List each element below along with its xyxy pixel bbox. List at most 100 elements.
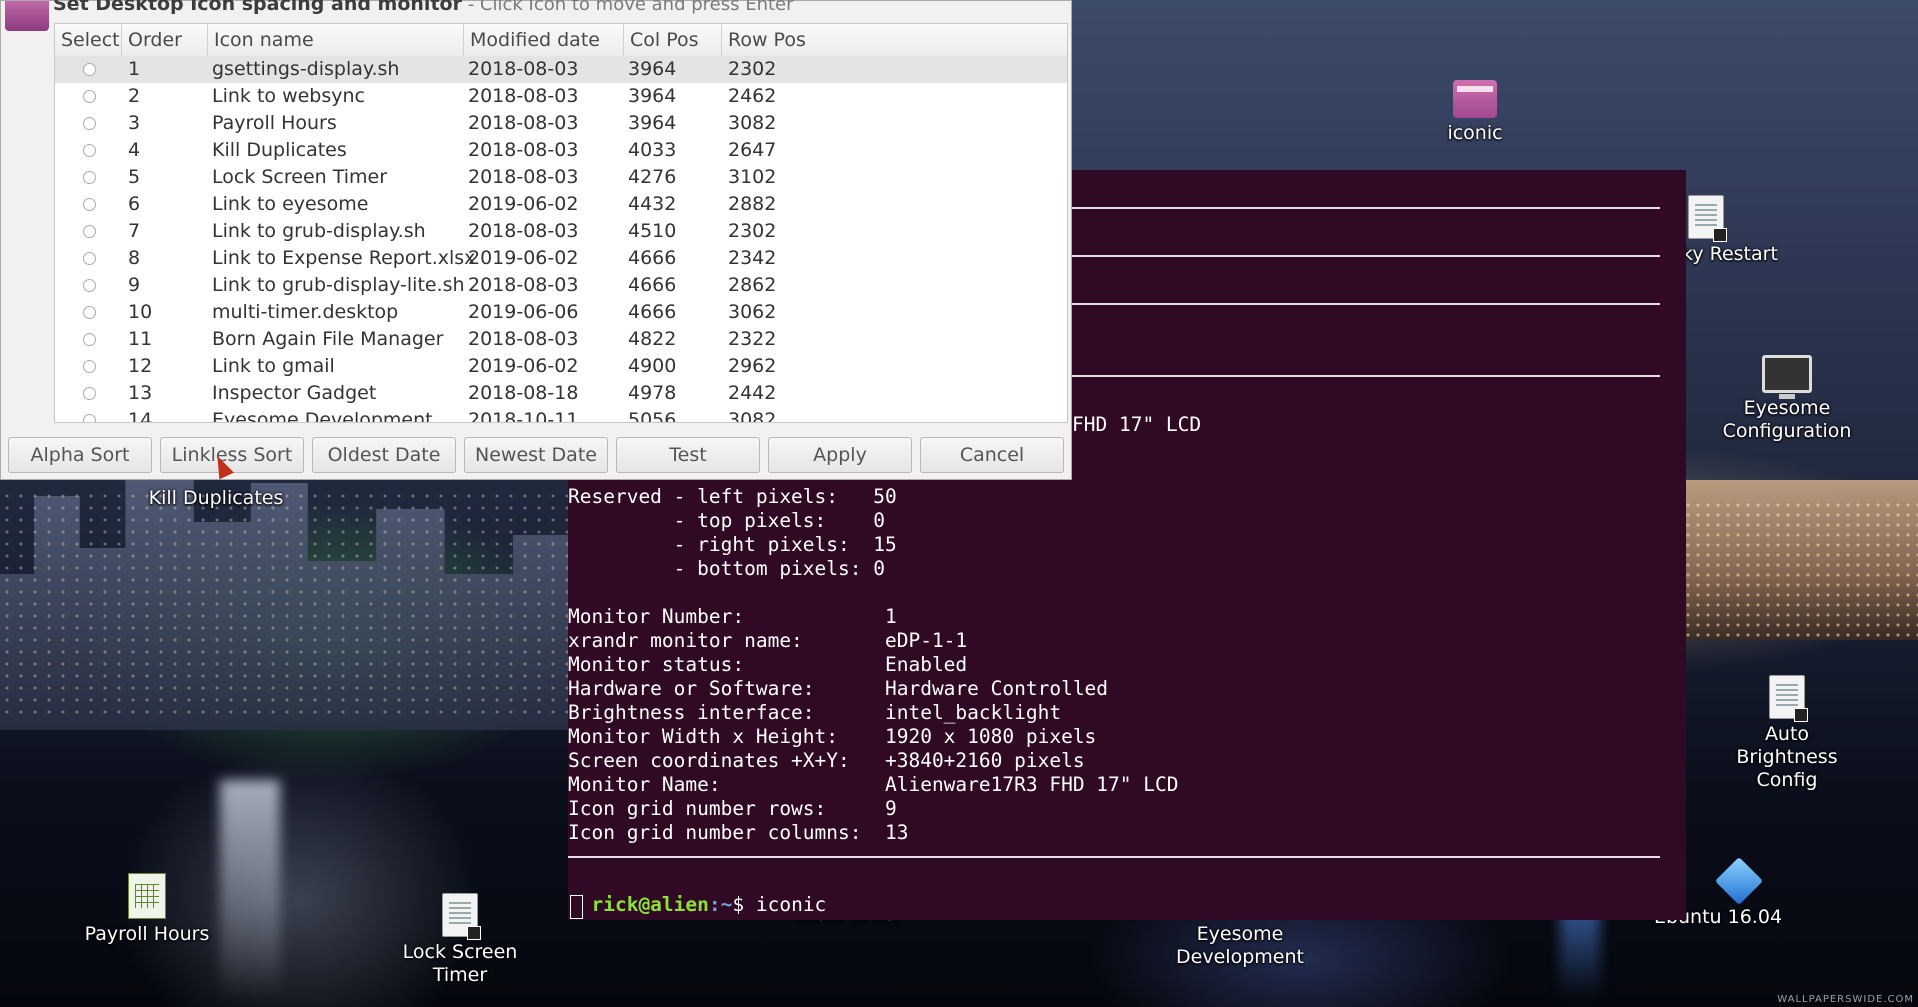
desktop-icon-eyesome-development[interactable]: Eyesome Development [1170,923,1310,969]
table-row[interactable]: 6 Link to eyesome 2019-06-02 4432 2882 [55,191,1067,218]
table-row[interactable]: 3 Payroll Hours 2018-08-03 3964 3082 [55,110,1067,137]
terminal-text: FHD 17" LCD [1072,413,1202,436]
select-radio[interactable] [83,252,96,265]
select-radio[interactable] [83,144,96,157]
cell-date: 2018-08-18 [468,382,579,404]
desktop-icon-eyesome-configuration[interactable]: Eyesome Configuration [1717,355,1857,443]
table-row[interactable]: 14 Eyesome Development 2018-10-11 5056 3082 [55,407,1067,423]
terminal-cursor [570,895,583,919]
cell-row: 3102 [728,166,777,188]
cancel-button[interactable]: Cancel [920,437,1064,473]
select-radio[interactable] [83,171,96,184]
desktop-icon-kill-duplicates[interactable]: Kill Duplicates [146,487,286,510]
cell-name: Link to Expense Report.xlsx [212,247,476,269]
desktop-icon-iconic[interactable]: iconic [1405,80,1545,145]
cell-row: 2442 [728,382,777,404]
apply-button[interactable]: Apply [768,437,912,473]
cell-row: 2462 [728,85,777,107]
cell-name: Eyesome Development [212,409,433,423]
cell-name: Inspector Gadget [212,382,377,404]
desktop-icon-label: Config [1756,769,1818,791]
terminal-line: xrandr monitor name: eDP-1-1 [568,629,968,652]
terminal-line: Brightness interface: intel_backlight [568,701,1062,724]
cell-date: 2019-06-02 [468,355,579,377]
cell-name: Kill Duplicates [212,139,347,161]
terminal-line: - bottom pixels: 0 [568,557,885,580]
cell-order: 12 [128,355,153,377]
select-radio[interactable] [83,198,96,211]
column-header-icon-name[interactable]: Icon name [208,24,464,56]
table-row[interactable]: 10 multi-timer.desktop 2019-06-06 4666 3062 [55,299,1067,326]
test-button[interactable]: Test [616,437,760,473]
column-header-row-pos[interactable]: Row Pos [722,24,1067,56]
select-radio[interactable] [83,63,96,76]
column-header-order[interactable]: Order [122,24,208,56]
cell-col: 4276 [628,166,677,188]
desktop-icon-label: Timer [432,964,488,986]
table-row[interactable]: 9 Link to grub-display-lite.sh 2018-08-03 4… [55,272,1067,299]
desktop-icon-label: iconic [1447,122,1503,144]
cell-col: 4666 [628,247,677,269]
cell-date: 2018-08-03 [468,85,579,107]
table-row[interactable]: 7 Link to grub-display.sh 2018-08-03 4510 23… [55,218,1067,245]
cell-row: 2962 [728,355,777,377]
terminal-line: Monitor Name: Alienware17R3 FHD 17" LCD [568,773,1179,796]
table-row[interactable]: 8 Link to Expense Report.xlsx 2019-06-02 46… [55,245,1067,272]
select-radio[interactable] [83,225,96,238]
desktop-icon-auto-brightness-config[interactable]: Auto Brightness Config [1717,675,1857,792]
terminal-line: - top pixels: 0 [568,509,885,532]
cell-name: Link to grub-display-lite.sh [212,274,465,296]
desktop-icon-payroll-hours[interactable]: Payroll Hours [77,873,217,946]
cell-row: 3082 [728,112,777,134]
cell-col: 4978 [628,382,677,404]
cell-order: 7 [128,220,141,242]
table-row[interactable]: 13 Inspector Gadget 2018-08-18 4978 2442 [55,380,1067,407]
select-radio[interactable] [83,117,96,130]
cell-order: 14 [128,409,153,423]
column-header-select[interactable]: Select [55,24,122,56]
cell-order: 9 [128,274,141,296]
select-radio[interactable] [83,279,96,292]
desktop-icon-label: Lock Screen [402,941,518,963]
cell-order: 10 [128,301,153,323]
monitor-icon [1762,355,1812,399]
script-file-icon [442,893,481,940]
script-file-icon [1688,195,1727,242]
table-row[interactable]: 12 Link to gmail 2019-06-02 4900 2962 [55,353,1067,380]
table-row[interactable]: 4 Kill Duplicates 2018-08-03 4033 2647 [55,137,1067,164]
select-radio[interactable] [83,360,96,373]
select-radio[interactable] [83,306,96,319]
cell-row: 3082 [728,409,777,423]
terminal-line: Icon grid number columns: 13 [568,821,909,844]
terminal-line: Screen coordinates +X+Y: +3840+2160 pixe… [568,749,1085,772]
cell-order: 3 [128,112,141,134]
wallpaper-water-reflection [220,780,280,1000]
cell-col: 4822 [628,328,677,350]
terminal-line: Monitor Width x Height: 1920 x 1080 pixe… [568,725,1097,748]
alpha-sort-button[interactable]: Alpha Sort [8,437,152,473]
select-radio[interactable] [83,333,96,346]
dialog-title-text: Set Desktop Icon spacing and monitor [53,0,462,15]
virtualbox-icon [1714,856,1764,906]
table-row[interactable]: 11 Born Again File Manager 2018-08-03 4822 2… [55,326,1067,353]
column-header-col-pos[interactable]: Col Pos [624,24,722,56]
cell-row: 2302 [728,220,777,242]
table-row[interactable]: 1 gsettings-display.sh 2018-08-03 3964 2302 [55,56,1067,83]
column-header-modified-date[interactable]: Modified date [464,24,624,56]
oldest-date-button[interactable]: Oldest Date [312,437,456,473]
cell-name: gsettings-display.sh [212,58,400,80]
cell-order: 4 [128,139,141,161]
icon-table[interactable]: Select Order Icon name Modified date Col… [54,23,1068,423]
table-row[interactable]: 5 Lock Screen Timer 2018-08-03 4276 3102 [55,164,1067,191]
terminal-line: Monitor Number: 1 [568,605,897,628]
newest-date-button[interactable]: Newest Date [464,437,608,473]
table-row[interactable]: 2 Link to websync 2018-08-03 3964 2462 [55,83,1067,110]
select-radio[interactable] [83,414,96,422]
desktop-icon-lock-screen-timer[interactable]: Lock Screen Timer [390,893,530,987]
select-radio[interactable] [83,387,96,400]
spreadsheet-icon [128,873,166,919]
select-radio[interactable] [83,90,96,103]
cell-date: 2018-08-03 [468,112,579,134]
prompt-user: rick@alien [591,893,709,916]
cell-order: 5 [128,166,141,188]
